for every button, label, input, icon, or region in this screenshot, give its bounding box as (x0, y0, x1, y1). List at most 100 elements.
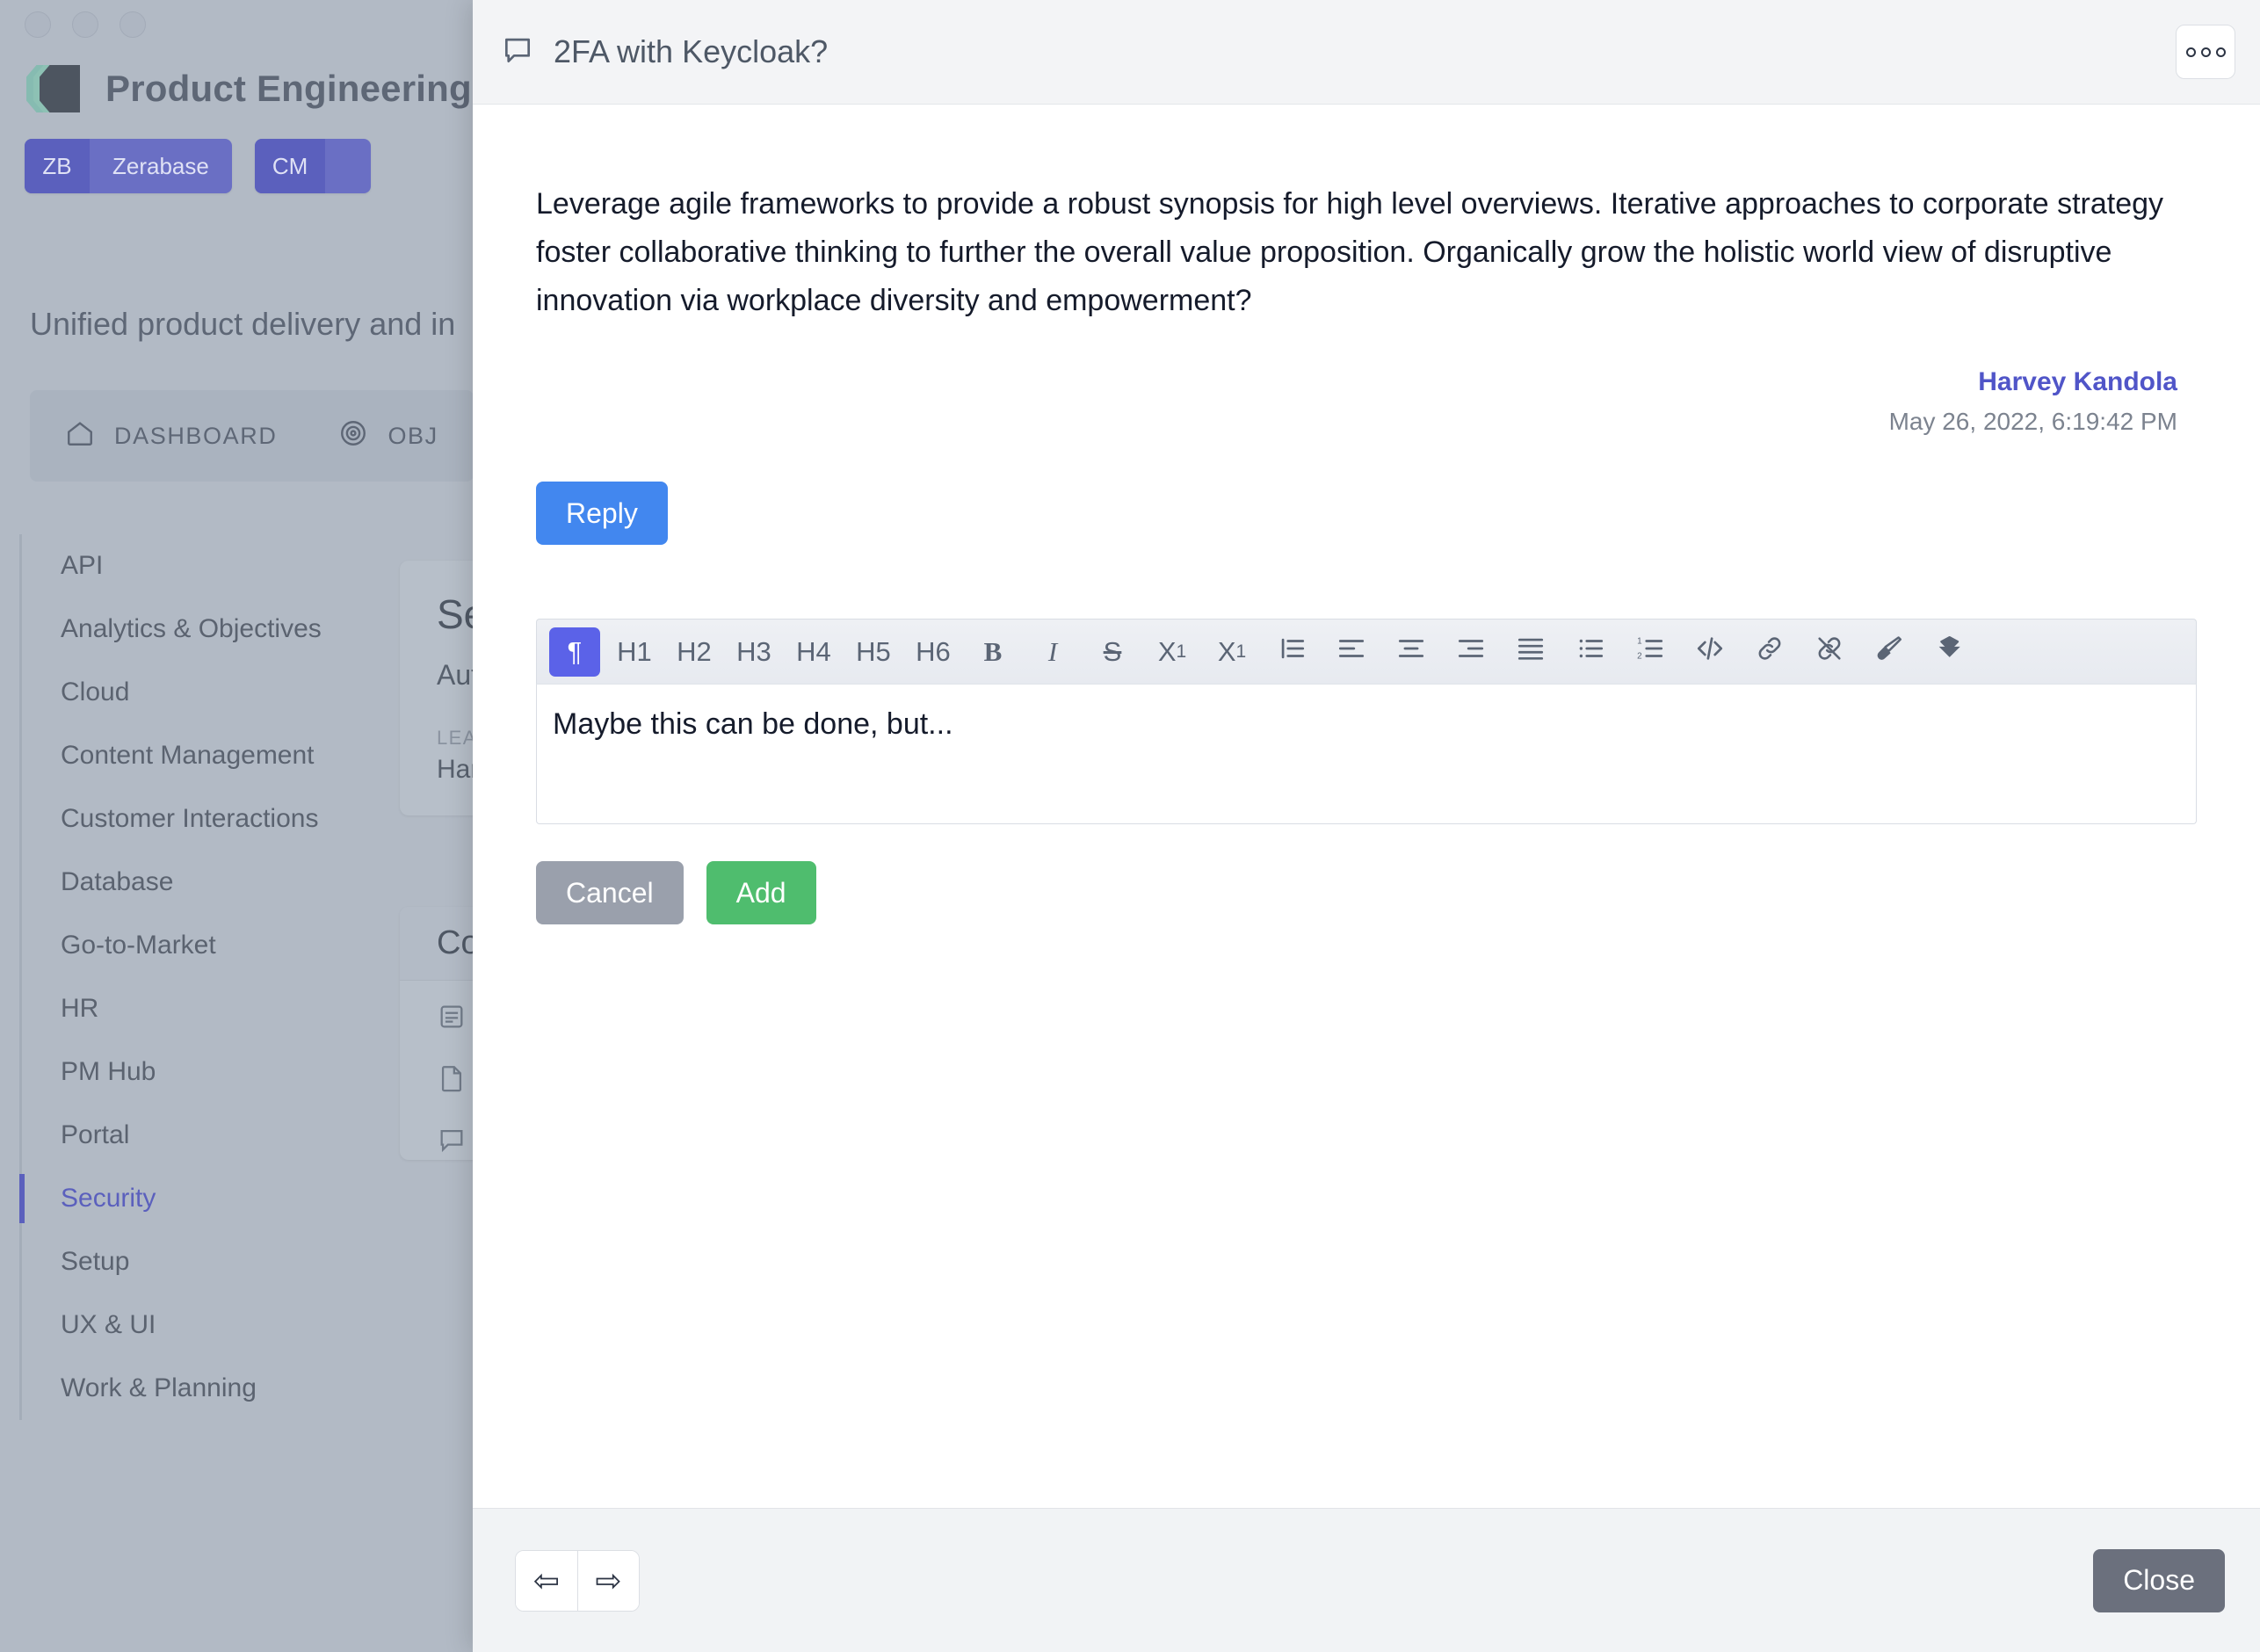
h4-icon: H4 (796, 635, 831, 667)
space-chip-name (325, 139, 371, 193)
space-chip-list: ZB Zerabase CM (25, 139, 372, 193)
reply-button[interactable]: Reply (536, 482, 668, 546)
sidebar-item-label: Content Management (61, 741, 315, 770)
more-icon (2215, 47, 2226, 57)
sidebar-item-work-planning[interactable]: Work & Planning (41, 1357, 450, 1420)
sidebar-item-customer-interactions[interactable]: Customer Interactions (41, 787, 450, 851)
toolbar-subscript-button[interactable]: X1 (1206, 627, 1257, 677)
svg-text:1: 1 (1637, 636, 1642, 646)
align-left-icon (1336, 634, 1366, 670)
unlink-icon (1815, 634, 1844, 670)
sidebar-item-portal[interactable]: Portal (41, 1104, 450, 1167)
editor-toolbar: ¶ H1 H2 H3 H4 H5 H6 B I S X1 X1 1 2 (536, 619, 2197, 685)
fill-bucket-icon (1934, 634, 1964, 670)
toolbar-heading-3-button[interactable]: H3 (728, 627, 779, 677)
app-nav-tabs: DASHBOARD OBJ (30, 390, 474, 482)
toolbar-align-justify-button[interactable] (1505, 627, 1556, 677)
more-options-button[interactable] (2176, 25, 2235, 79)
comment-icon (437, 1125, 467, 1155)
toolbar-heading-2-button[interactable]: H2 (669, 627, 720, 677)
bullet-list-icon (1575, 634, 1605, 670)
home-icon (65, 418, 95, 454)
h3-icon: H3 (736, 635, 771, 667)
sidebar-item-label: UX & UI (61, 1310, 156, 1339)
target-icon (338, 418, 368, 454)
previous-comment-button[interactable]: ⇦ (516, 1550, 577, 1611)
sidebar-item-database[interactable]: Database (41, 851, 450, 914)
toolbar-code-button[interactable] (1684, 627, 1735, 677)
comment-meta: Harvey Kandola May 26, 2022, 6:19:42 PM (536, 367, 2197, 436)
next-comment-button[interactable]: ⇨ (577, 1550, 639, 1611)
sidebar-item-label: Work & Planning (61, 1373, 257, 1402)
window-minimize-button[interactable] (72, 11, 98, 38)
space-chip-name: Zerabase (112, 152, 209, 179)
sidebar-item-analytics-objectives[interactable]: Analytics & Objectives (41, 598, 450, 661)
arrow-left-icon: ⇦ (532, 1561, 561, 1598)
tab-dashboard[interactable]: DASHBOARD (65, 418, 277, 454)
tab-objectives[interactable]: OBJ (338, 418, 438, 454)
sidebar-item-label: Portal (61, 1120, 130, 1149)
window-maximize-button[interactable] (120, 11, 146, 38)
toolbar-heading-4-button[interactable]: H4 (788, 627, 839, 677)
editor-actions: Cancel Add (536, 861, 2197, 925)
toolbar-superscript-button[interactable]: X1 (1147, 627, 1198, 677)
sidebar-item-hr[interactable]: HR (41, 977, 450, 1040)
pilcrow-icon: ¶ (567, 635, 583, 667)
toolbar-link-button[interactable] (1744, 627, 1795, 677)
toolbar-numbered-list-button[interactable]: 12 (1625, 627, 1676, 677)
arrow-right-icon: ⇨ (595, 1561, 622, 1598)
reply-textarea[interactable]: Maybe this can be done, but... (536, 684, 2197, 825)
space-chip-cm[interactable]: CM (254, 139, 372, 193)
toolbar-align-right-button[interactable] (1445, 627, 1496, 677)
toolbar-italic-button[interactable]: I (1027, 627, 1078, 677)
space-chip-key: CM (254, 139, 326, 193)
toolbar-text-color-button[interactable] (1864, 627, 1915, 677)
close-button[interactable]: Close (2093, 1548, 2225, 1612)
svg-text:2: 2 (1637, 651, 1642, 661)
cancel-button[interactable]: Cancel (536, 861, 684, 925)
window-close-button[interactable] (25, 11, 51, 38)
sidebar-item-label: HR (61, 994, 99, 1023)
code-icon (1695, 634, 1725, 670)
strikethrough-icon: S (1103, 635, 1122, 667)
toolbar-align-center-button[interactable] (1386, 627, 1437, 677)
sidebar-item-label: Security (61, 1184, 156, 1213)
sidebar-item-api[interactable]: API (41, 534, 450, 598)
sidebar-item-setup[interactable]: Setup (41, 1230, 450, 1293)
toolbar-indent-button[interactable] (1266, 627, 1317, 677)
toolbar-heading-6-button[interactable]: H6 (908, 627, 959, 677)
app-logo-icon (25, 62, 80, 116)
reply-text-value: Maybe this can be done, but... (553, 707, 953, 742)
space-chip-key: ZB (25, 139, 90, 193)
toolbar-unlink-button[interactable] (1804, 627, 1855, 677)
toolbar-strikethrough-button[interactable]: S (1087, 627, 1138, 677)
sidebar-item-content-management[interactable]: Content Management (41, 724, 450, 787)
sidebar-item-label: Customer Interactions (61, 804, 319, 833)
toolbar-highlight-button[interactable] (1923, 627, 1974, 677)
toolbar-heading-5-button[interactable]: H5 (848, 627, 899, 677)
italic-icon: I (1047, 635, 1058, 667)
comment-body-text: Leverage agile frameworks to provide a r… (536, 187, 2164, 318)
comment-modal: 2FA with Keycloak? Leverage agile framew… (473, 0, 2260, 1652)
more-icon (2185, 47, 2196, 57)
indent-icon (1277, 634, 1307, 670)
sidebar-item-label: Setup (61, 1247, 130, 1276)
sidebar-item-pm-hub[interactable]: PM Hub (41, 1040, 450, 1104)
comment-icon (501, 33, 534, 71)
toolbar-align-left-button[interactable] (1326, 627, 1377, 677)
paintbrush-icon (1874, 634, 1904, 670)
toolbar-bullet-list-button[interactable] (1565, 627, 1616, 677)
h1-icon: H1 (617, 635, 652, 667)
comment-author[interactable]: Harvey Kandola (536, 367, 2177, 397)
sidebar-item-cloud[interactable]: Cloud (41, 661, 450, 724)
toolbar-heading-1-button[interactable]: H1 (609, 627, 660, 677)
add-button[interactable]: Add (706, 861, 816, 925)
sidebar-item-security[interactable]: Security (19, 1167, 450, 1230)
toolbar-bold-button[interactable]: B (967, 627, 1018, 677)
comment-nav-group: ⇦ ⇨ (515, 1549, 640, 1612)
sidebar-item-go-to-market[interactable]: Go-to-Market (41, 914, 450, 977)
sidebar-item-ux-ui[interactable]: UX & UI (41, 1293, 450, 1357)
space-chip-zerabase[interactable]: ZB Zerabase (25, 139, 232, 193)
toolbar-paragraph-button[interactable]: ¶ (549, 627, 600, 677)
modal-footer: ⇦ ⇨ Close (473, 1508, 2260, 1652)
